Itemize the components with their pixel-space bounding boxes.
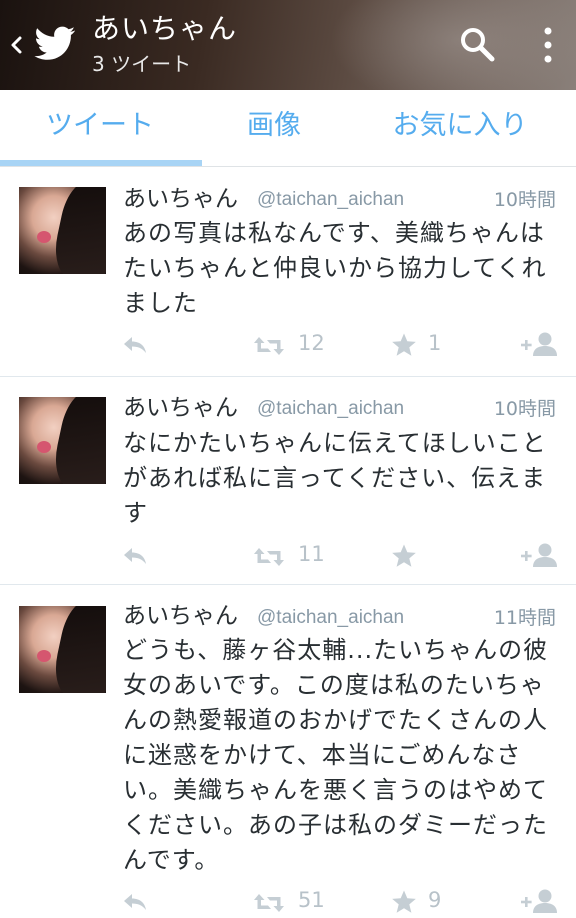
author-handle[interactable]: @taichan_aichan — [257, 184, 404, 216]
author-name[interactable]: あいちゃん — [123, 600, 238, 632]
tweet-text: あの写真は私なんです、美織ちゃんは たいちゃんと仲良いから協力してくれ ました — [123, 219, 547, 317]
tab-favorites[interactable]: お気に入り — [370, 90, 550, 166]
retweet-icon[interactable] — [253, 542, 285, 572]
overflow-menu-icon[interactable] — [536, 24, 560, 68]
tweet-item[interactable]: あいちゃん @taichan_aichan 10時間 あの写真は私なんです、美織… — [0, 167, 576, 377]
reply-icon[interactable] — [121, 541, 149, 571]
tweet-text: どうも、藤ヶ谷太輔...たいちゃんの彼 女のあいです。この度は私のたいちゃ んの… — [123, 636, 549, 874]
tweet-item[interactable]: あいちゃん @taichan_aichan 11時間 どうも、藤ヶ谷太輔...た… — [0, 585, 576, 915]
tweet-text: なにかたいちゃんに伝えてほしいこと があれば私に言ってください、伝えま す — [123, 429, 547, 527]
author-handle[interactable]: @taichan_aichan — [257, 602, 404, 634]
author-name[interactable]: あいちゃん — [123, 183, 238, 215]
avatar[interactable] — [19, 187, 106, 274]
follow-user-icon[interactable] — [521, 886, 557, 916]
search-icon[interactable] — [458, 25, 498, 65]
retweet-icon[interactable] — [253, 888, 285, 918]
author-handle[interactable]: @taichan_aichan — [257, 393, 404, 425]
reply-icon[interactable] — [121, 887, 149, 917]
tweet-time: 10時間 — [493, 189, 556, 211]
favorite-count: 9 — [428, 888, 442, 912]
favorite-star-icon[interactable] — [391, 887, 417, 917]
follow-user-icon[interactable] — [521, 329, 557, 359]
favorite-count: 1 — [428, 331, 442, 355]
avatar[interactable] — [19, 397, 106, 484]
follow-user-icon[interactable] — [521, 540, 557, 570]
tweet-count: 3 ツイート — [92, 52, 192, 76]
twitter-bird-icon[interactable] — [33, 24, 77, 64]
retweet-count: 12 — [298, 331, 325, 355]
tab-images[interactable]: 画像 — [192, 90, 356, 166]
profile-title: あいちゃん — [92, 12, 238, 45]
profile-tabs: ツイート 画像 お気に入り — [0, 90, 576, 167]
tweet-time: 11時間 — [493, 607, 556, 629]
avatar[interactable] — [19, 606, 106, 693]
tweet-item[interactable]: あいちゃん @taichan_aichan 10時間 なにかたいちゃんに伝えてほ… — [0, 377, 576, 585]
tweet-time: 10時間 — [493, 398, 556, 420]
active-tab-indicator — [0, 160, 202, 166]
retweet-icon[interactable] — [253, 331, 285, 361]
favorite-star-icon[interactable] — [391, 330, 417, 360]
app-header: あいちゃん 3 ツイート — [0, 0, 576, 90]
favorite-star-icon[interactable] — [391, 541, 417, 571]
author-name[interactable]: あいちゃん — [123, 392, 238, 424]
retweet-count: 51 — [298, 888, 325, 912]
tab-tweets[interactable]: ツイート — [0, 90, 200, 166]
reply-icon[interactable] — [121, 330, 149, 360]
back-icon[interactable] — [6, 28, 26, 62]
retweet-count: 11 — [298, 542, 325, 566]
